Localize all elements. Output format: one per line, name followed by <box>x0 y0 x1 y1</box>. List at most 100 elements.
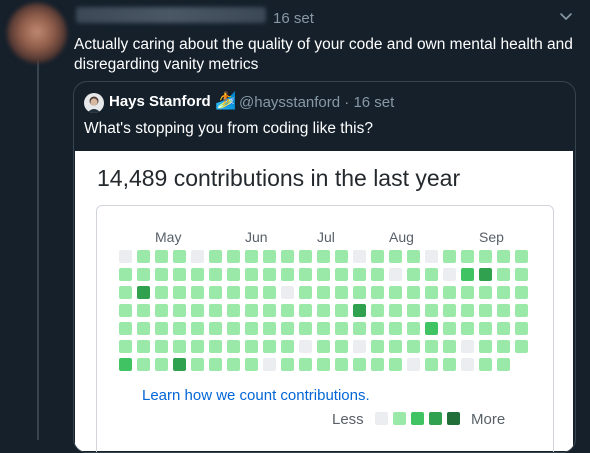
contribution-cell <box>119 250 132 263</box>
contribution-cell <box>119 358 132 371</box>
contribution-cell <box>137 340 150 353</box>
contribution-cell <box>407 268 420 281</box>
contribution-cell <box>263 322 276 335</box>
contribution-cell <box>425 268 438 281</box>
contribution-cell <box>407 286 420 299</box>
contribution-cell <box>155 358 168 371</box>
tweet-date[interactable]: 16 set <box>273 10 314 27</box>
contribution-cell <box>119 340 132 353</box>
month-label: Aug <box>389 229 414 245</box>
contribution-cell <box>407 340 420 353</box>
contribution-cell <box>119 268 132 281</box>
quoted-tweet-text: What's stopping you from coding like thi… <box>84 120 373 137</box>
learn-contributions-link[interactable]: Learn how we count contributions. <box>142 387 370 404</box>
contribution-cell <box>155 304 168 317</box>
contribution-image[interactable]: 14,489 contributions in the last year Ma… <box>75 151 573 452</box>
contribution-graph: May Jun Jul Aug Sep Learn how we count c… <box>96 205 554 452</box>
contribution-cell <box>209 268 222 281</box>
quoted-author-name[interactable]: Hays Stanford <box>109 93 211 110</box>
contribution-cell <box>353 304 366 317</box>
contribution-cell <box>479 340 492 353</box>
contribution-cell <box>209 340 222 353</box>
contribution-cell <box>371 250 384 263</box>
contribution-cell <box>353 250 366 263</box>
contribution-cell <box>353 358 366 371</box>
legend-cell-level-4 <box>447 412 460 425</box>
contribution-cell <box>173 322 186 335</box>
contribution-cell <box>173 304 186 317</box>
chevron-down-icon[interactable] <box>559 9 573 23</box>
quoted-avatar[interactable] <box>84 93 104 113</box>
contribution-cell <box>461 250 474 263</box>
contributions-title: 14,489 contributions in the last year <box>97 165 461 191</box>
contribution-cell <box>281 322 294 335</box>
contribution-cell <box>479 250 492 263</box>
contribution-cell <box>299 340 312 353</box>
contribution-cell <box>407 250 420 263</box>
contribution-cell <box>335 358 348 371</box>
month-label: Sep <box>479 229 504 245</box>
contribution-cell <box>335 268 348 281</box>
contribution-cell <box>425 322 438 335</box>
contribution-cell <box>209 286 222 299</box>
contribution-cell <box>497 250 510 263</box>
contribution-cell <box>191 322 204 335</box>
contribution-cell <box>479 304 492 317</box>
contribution-cell <box>227 340 240 353</box>
contribution-cell <box>425 304 438 317</box>
contribution-cell <box>263 358 276 371</box>
contribution-cell <box>497 340 510 353</box>
contribution-cell <box>515 286 528 299</box>
contribution-cell <box>227 268 240 281</box>
contribution-cell <box>299 304 312 317</box>
contribution-cell <box>389 304 402 317</box>
blurred-username[interactable] <box>76 7 266 23</box>
contribution-cell <box>515 250 528 263</box>
contribution-cell <box>443 268 456 281</box>
contribution-cells <box>119 250 528 380</box>
legend-cell-level-2 <box>411 412 424 425</box>
contribution-cell <box>443 340 456 353</box>
contribution-cell <box>281 358 294 371</box>
contribution-cell <box>317 268 330 281</box>
contribution-cell <box>461 322 474 335</box>
contribution-cell <box>173 268 186 281</box>
contribution-cell <box>191 250 204 263</box>
legend-cell-level-1 <box>393 412 406 425</box>
contribution-cell <box>335 322 348 335</box>
contribution-cell <box>443 304 456 317</box>
contribution-cell <box>155 268 168 281</box>
contribution-cell <box>461 286 474 299</box>
contribution-cell <box>335 340 348 353</box>
contribution-cell <box>497 268 510 281</box>
contribution-cell <box>209 322 222 335</box>
contribution-cell <box>191 358 204 371</box>
contribution-cell <box>227 286 240 299</box>
contribution-cell <box>245 286 258 299</box>
contribution-cell <box>227 250 240 263</box>
contribution-cell <box>317 358 330 371</box>
contribution-cell <box>299 250 312 263</box>
contribution-cell <box>137 286 150 299</box>
contribution-cell <box>425 286 438 299</box>
contribution-cell <box>155 340 168 353</box>
contribution-cell <box>479 286 492 299</box>
legend-less-label: Less <box>332 411 364 428</box>
contribution-cell <box>227 358 240 371</box>
thread-line <box>37 58 39 440</box>
avatar[interactable] <box>7 3 67 63</box>
contribution-cell <box>461 304 474 317</box>
contribution-cell <box>443 250 456 263</box>
contribution-cell <box>209 304 222 317</box>
quoted-handle-date: @haysstanford · 16 set <box>239 94 395 111</box>
contribution-cell <box>353 322 366 335</box>
contribution-cell <box>353 286 366 299</box>
quoted-tweet[interactable]: Hays Stanford 🏄 @haysstanford · 16 set W… <box>73 81 576 453</box>
contribution-cell <box>245 340 258 353</box>
contribution-cell <box>371 304 384 317</box>
contribution-cell <box>371 358 384 371</box>
contribution-cell <box>209 250 222 263</box>
contribution-cell <box>461 358 474 371</box>
contribution-cell <box>407 322 420 335</box>
contribution-cell <box>335 250 348 263</box>
